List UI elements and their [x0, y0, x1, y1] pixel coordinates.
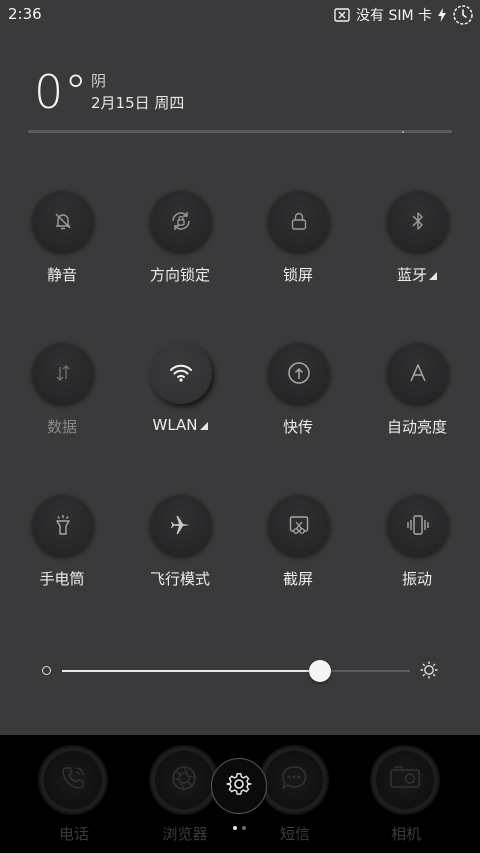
toggle-flashlight-button[interactable] — [32, 494, 94, 556]
toggle-wlan-label: WLAN — [125, 416, 235, 434]
toggle-bluetooth-label: 蓝牙 — [362, 264, 472, 285]
toggle-airplane-button[interactable] — [150, 494, 212, 556]
weather-date: 2月15日 周四 — [91, 94, 185, 112]
messages-icon — [279, 763, 309, 797]
toggle-lock-screen-button[interactable] — [268, 190, 330, 252]
toggle-silent[interactable]: 静音 — [7, 160, 117, 284]
screenshot-icon — [287, 513, 311, 537]
dock-app-label: 电话 — [58, 825, 89, 843]
brightness-high-icon — [419, 660, 439, 684]
brightness-thumb[interactable] — [308, 660, 331, 682]
toggle-flashlight-label: 手电筒 — [39, 570, 85, 588]
toggle-vibrate-label: 振动 — [401, 570, 432, 588]
charging-bolt-icon — [438, 8, 446, 22]
pull-handle — [402, 131, 404, 133]
toggle-silent-label: 静音 — [46, 266, 77, 284]
toggle-vibrate-button[interactable] — [387, 494, 449, 556]
no-sim-icon — [334, 8, 350, 22]
silent-bell-icon — [52, 210, 74, 232]
camera-icon — [388, 765, 422, 795]
toggle-airplane-label: 飞行模式 — [149, 570, 210, 588]
toggle-rotation-lock-button[interactable] — [150, 190, 212, 252]
toggle-rotation-lock[interactable]: 方向锁定 — [125, 160, 235, 284]
weather-condition: 阴 — [91, 72, 107, 90]
toggle-flashlight[interactable]: 手电筒 — [7, 464, 117, 588]
quick-settings-grid: 静音 方向锁定 锁屏 蓝牙 数据 WLAN 快传 自动亮度 手电筒 飞行模式 截… — [0, 160, 480, 620]
bluetooth-icon — [408, 210, 428, 232]
weather-temperature: 0° — [34, 65, 89, 119]
status-icons: 没有 SIM 卡 — [334, 3, 474, 27]
expand-triangle-icon — [429, 272, 437, 280]
toggle-fast-transfer-button[interactable] — [268, 342, 330, 404]
toggle-auto-brightness-label: 自动亮度 — [386, 418, 447, 436]
toggle-screenshot-label: 截屏 — [282, 570, 313, 588]
toggle-airplane[interactable]: 飞行模式 — [125, 464, 235, 588]
settings-button[interactable] — [211, 758, 267, 814]
brightness-low-icon — [42, 666, 51, 675]
toggle-data-label: 数据 — [46, 418, 77, 436]
status-bar: 2:36 没有 SIM 卡 — [0, 0, 480, 30]
vibrate-icon — [405, 513, 431, 537]
toggle-vibrate[interactable]: 振动 — [362, 464, 472, 588]
toggle-silent-button[interactable] — [32, 190, 94, 252]
toggle-lock-screen[interactable]: 锁屏 — [243, 160, 353, 284]
toggle-data-button[interactable] — [32, 342, 94, 404]
wifi-icon — [169, 363, 193, 383]
data-arrows-icon — [52, 362, 74, 384]
browser-icon — [168, 762, 200, 798]
toggle-screenshot[interactable]: 截屏 — [243, 464, 353, 588]
airplane-icon — [169, 513, 193, 537]
dock-app-phone[interactable]: 电话 — [34, 743, 114, 853]
toggle-auto-brightness[interactable]: 自动亮度 — [362, 312, 472, 436]
weather-widget[interactable]: 0° 阴 2月15日 周四 — [0, 32, 480, 132]
expand-triangle-icon — [199, 422, 208, 430]
toggle-rotation-lock-label: 方向锁定 — [149, 266, 210, 284]
brightness-fill — [62, 670, 320, 672]
toggle-bluetooth[interactable]: 蓝牙 — [362, 160, 472, 284]
fast-transfer-icon — [286, 360, 312, 386]
page-dot — [242, 826, 246, 830]
toggle-lock-screen-label: 锁屏 — [282, 266, 313, 284]
dock-app-camera[interactable]: 相机 — [366, 743, 446, 853]
rotation-lock-icon — [169, 209, 193, 233]
toggle-wlan[interactable]: WLAN — [125, 312, 235, 434]
toggle-fast-transfer-label: 快传 — [282, 418, 313, 436]
phone-icon — [58, 763, 88, 797]
toggle-screenshot-button[interactable] — [268, 494, 330, 556]
header-divider — [28, 130, 452, 133]
status-time: 2:36 — [8, 5, 42, 23]
dock-app-label: 短信 — [279, 825, 310, 843]
page-dot-active — [233, 826, 237, 830]
sim-status-text: 没有 SIM 卡 — [356, 8, 432, 24]
brightness-slider[interactable] — [0, 650, 480, 690]
gear-icon — [226, 771, 252, 801]
auto-brightness-icon — [407, 362, 429, 384]
toggle-data[interactable]: 数据 — [7, 312, 117, 436]
toggle-bluetooth-button[interactable] — [387, 190, 449, 252]
toggle-wlan-button[interactable] — [150, 342, 212, 404]
dock-app-label: 相机 — [390, 825, 421, 843]
dock-app-messages[interactable]: 短信 — [255, 743, 335, 853]
clock-icon — [452, 4, 474, 26]
flashlight-icon — [52, 513, 74, 537]
dock-app-label: 浏览器 — [162, 825, 208, 843]
toggle-auto-brightness-button[interactable] — [387, 342, 449, 404]
page-indicator — [233, 826, 246, 830]
lock-icon — [288, 210, 310, 232]
toggle-fast-transfer[interactable]: 快传 — [243, 312, 353, 436]
